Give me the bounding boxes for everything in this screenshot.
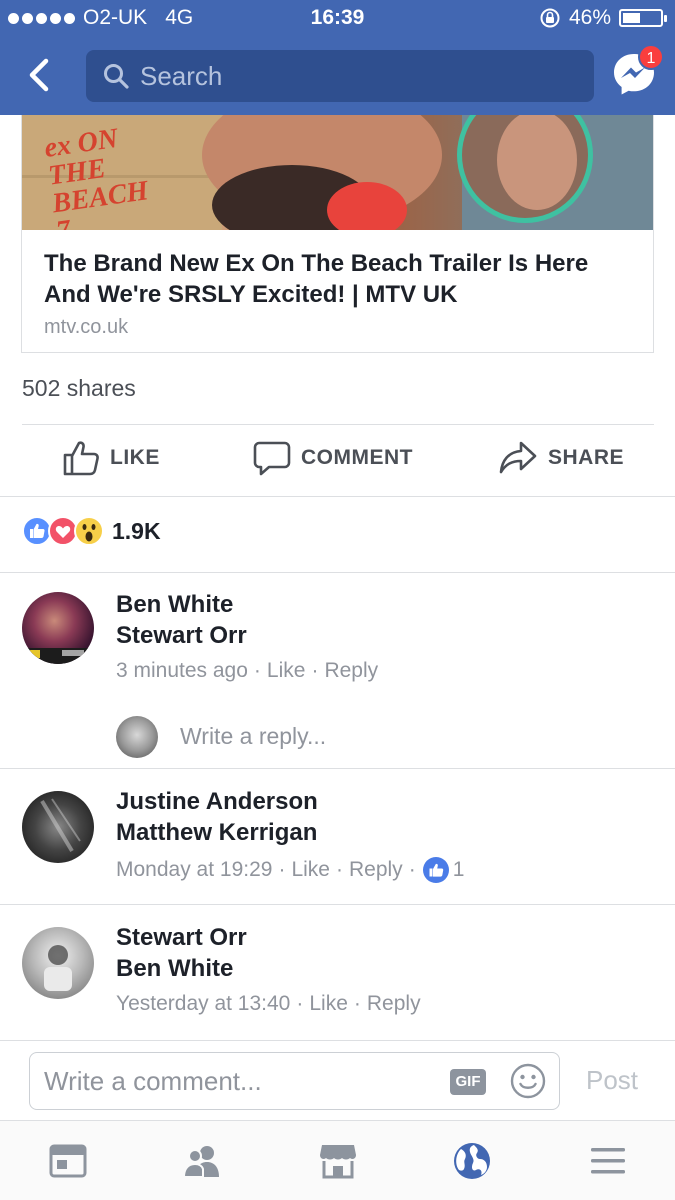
- comment-author[interactable]: Ben White: [116, 591, 233, 619]
- reactions-count: 1.9K: [112, 517, 161, 544]
- news-feed-icon[interactable]: [48, 1141, 88, 1181]
- globe-notifications-icon[interactable]: [452, 1141, 492, 1181]
- comment-mention[interactable]: Stewart Orr: [116, 622, 247, 650]
- avatar[interactable]: [22, 791, 94, 863]
- share-button[interactable]: SHARE: [498, 439, 624, 477]
- rotation-lock-icon: [540, 8, 560, 28]
- comment-like-badge-icon: [422, 857, 449, 883]
- like-button[interactable]: LIKE: [62, 439, 160, 477]
- messenger-badge: 1: [638, 44, 664, 70]
- divider: [0, 496, 675, 497]
- marketplace-icon[interactable]: [318, 1141, 358, 1181]
- post-actions: LIKE COMMENT SHARE: [0, 425, 675, 497]
- share-arrow-icon: [499, 441, 537, 474]
- reactions-summary[interactable]: 1.9K: [22, 516, 161, 546]
- avatar-photo: [40, 798, 81, 853]
- like-label: LIKE: [110, 446, 160, 469]
- link-preview-text[interactable]: The Brand New Ex On The Beach Trailer Is…: [22, 230, 653, 352]
- post-comment-button[interactable]: Post: [586, 1065, 638, 1096]
- comment-meta: Yesterday at 13:40 · Like · Reply: [116, 992, 421, 1016]
- link-domain: mtv.co.uk: [44, 316, 129, 338]
- comment-button[interactable]: COMMENT: [253, 439, 413, 477]
- comment-reply-link[interactable]: Reply: [349, 858, 403, 882]
- comment-like-count: 1: [452, 858, 465, 881]
- avatar[interactable]: [22, 927, 94, 999]
- thumbs-up-icon: [63, 441, 99, 476]
- divider: [0, 768, 675, 769]
- status-bar: O2-UK 4G 16:39 46%: [0, 0, 675, 38]
- top-bar: O2-UK 4G 16:39 46% Search 1: [0, 0, 675, 115]
- avatar-photo: [22, 648, 94, 664]
- comment-input-placeholder[interactable]: Write a comment...: [44, 1066, 262, 1097]
- write-reply-input[interactable]: Write a reply...: [180, 723, 326, 750]
- comment-time: Yesterday at 13:40: [116, 992, 291, 1015]
- back-arrow-icon[interactable]: [22, 55, 62, 95]
- comment-bubble-icon: [253, 441, 291, 476]
- emoji-icon[interactable]: [510, 1063, 546, 1099]
- comment-like-link[interactable]: Like: [309, 992, 348, 1016]
- comment-time: Monday at 19:29: [116, 858, 273, 881]
- search-icon: [104, 64, 129, 89]
- link-preview-card[interactable]: ex ON THE BEACH 7 The Brand New Ex On Th…: [21, 115, 654, 353]
- wow-reaction-icon: [74, 516, 104, 546]
- divider: [0, 904, 675, 905]
- menu-icon[interactable]: [588, 1141, 628, 1181]
- show-logo: ex ON THE BEACH 7: [42, 122, 151, 230]
- comment-author[interactable]: Justine Anderson: [116, 788, 318, 816]
- share-label: SHARE: [548, 446, 625, 469]
- comment-reply-link[interactable]: Reply: [367, 992, 421, 1016]
- search-input[interactable]: Search: [86, 50, 594, 102]
- comment-mention[interactable]: Ben White: [116, 955, 233, 983]
- comment-like-link[interactable]: Like: [291, 858, 330, 882]
- comment-like-link[interactable]: Like: [267, 659, 306, 683]
- comment-label: COMMENT: [301, 446, 413, 469]
- battery-percent: 46%: [568, 6, 611, 29]
- comment-time: 3 minutes ago: [116, 659, 248, 682]
- reply-avatar: [116, 716, 158, 758]
- bottom-nav: [0, 1120, 675, 1200]
- avatar-photo: [44, 945, 72, 991]
- divider: [0, 1040, 675, 1041]
- search-placeholder: Search: [140, 60, 223, 91]
- link-preview-image[interactable]: ex ON THE BEACH 7: [22, 115, 653, 230]
- comment-reply-link[interactable]: Reply: [324, 659, 378, 683]
- comment-meta: Monday at 19:29 · Like · Reply · 1: [116, 856, 464, 884]
- avatar[interactable]: [22, 592, 94, 664]
- comment-mention[interactable]: Matthew Kerrigan: [116, 819, 317, 847]
- shares-count[interactable]: 502 shares: [22, 375, 136, 402]
- friends-icon[interactable]: [182, 1141, 222, 1181]
- comment-author[interactable]: Stewart Orr: [116, 924, 247, 952]
- gif-button[interactable]: GIF: [450, 1069, 486, 1095]
- comment-composer[interactable]: Write a comment... GIF: [29, 1052, 560, 1110]
- comment-meta: 3 minutes ago · Like · Reply: [116, 659, 379, 683]
- divider: [0, 572, 675, 573]
- link-title[interactable]: The Brand New Ex On The Beach Trailer Is…: [44, 248, 631, 310]
- battery-icon: [619, 9, 667, 27]
